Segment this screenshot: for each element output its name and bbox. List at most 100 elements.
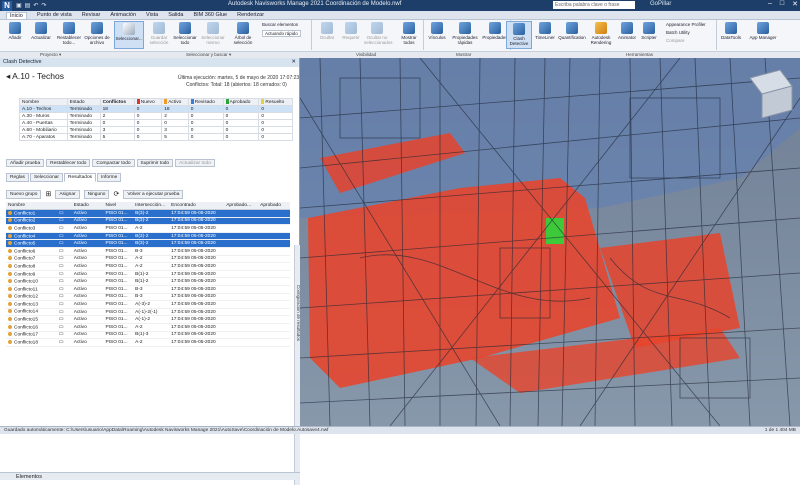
result-row[interactable]: Conflicto17 ▭ Activo PISO 01... B(1)-3 17:04:…	[6, 331, 290, 340]
quick-find-dropdown[interactable]: Actuando rápido	[262, 30, 301, 37]
require-button[interactable]: Requerir	[338, 21, 364, 49]
save-icon[interactable]: ▤	[25, 2, 31, 9]
datatools-button[interactable]: DataTools	[718, 21, 744, 49]
test-row[interactable]: A.70 - Aparatos Terminado 5 0 5 0 0 0	[19, 133, 293, 141]
select-all-button[interactable]: Seleccionar todo	[172, 21, 198, 49]
result-row[interactable]: Conflicto13 ▭ Activo PISO 01... A(-3)-2 17:04…	[6, 300, 290, 309]
result-row[interactable]: Conflicto10 ▭ Activo PISO 01... B(1)-2 17:04:…	[6, 277, 290, 287]
find-items-button[interactable]: Buscar elementos	[262, 22, 298, 27]
col-header[interactable]	[56, 202, 72, 211]
select-same-button[interactable]: Seleccionar mismo	[200, 21, 226, 49]
result-row[interactable]: Conflicto9 ▭ Activo PISO 01... B(1)-2 17:04:5…	[6, 270, 290, 279]
file-options-button[interactable]: Opciones de archivo	[84, 21, 110, 49]
test-row[interactable]: A.10 - Techos Terminado 18 0 18 0 0 0	[19, 105, 293, 113]
clash-detective-button[interactable]: Clash Detective	[506, 21, 532, 49]
maximize-icon[interactable]: □	[780, 0, 784, 8]
result-row[interactable]: Conflicto4 ▭ Activo PISO 01... B(3)-2 17:04:5…	[6, 232, 290, 241]
rerun-test-button[interactable]: Volver a ejecutar prueba	[123, 189, 184, 199]
result-row[interactable]: Conflicto7 ▭ Activo PISO 01... A-2 17:04:59 0…	[6, 255, 290, 264]
col-header[interactable]: Aprobado...	[224, 202, 259, 211]
scripter-button[interactable]: Scripter	[636, 21, 662, 49]
user-name[interactable]: GoPillar	[650, 1, 671, 7]
col-header[interactable]: Activo	[161, 98, 189, 106]
tab-renderizar[interactable]: Renderizar	[237, 12, 264, 18]
result-row[interactable]: Conflicto8 ▭ Activo PISO 01... A-2 17:04:59 0…	[6, 262, 290, 271]
col-header[interactable]: Encontrado	[169, 202, 225, 211]
open-icon[interactable]: ▣	[16, 2, 22, 9]
result-row[interactable]: Conflicto18 ▭ Activo PISO 01... A-2 17:04:59 …	[6, 338, 290, 347]
select-button[interactable]: Seleccionar...	[114, 21, 144, 49]
save-selection-button[interactable]: Guardar selección	[146, 21, 172, 49]
undo-icon[interactable]: ↶	[33, 2, 38, 9]
col-header[interactable]: Conflictos	[99, 98, 135, 106]
col-header[interactable]: Estado	[71, 202, 104, 211]
elements-section[interactable]: Elementos	[0, 472, 300, 480]
compact-all-button[interactable]: Compactar todo	[92, 159, 135, 167]
col-header[interactable]: Nombre	[6, 202, 57, 211]
refresh-button[interactable]: Actualizar	[28, 21, 54, 49]
hide-unselected-button[interactable]: Ocultar no seleccionados	[364, 21, 393, 49]
tab-bim360[interactable]: BIM 360 Glue	[193, 12, 227, 18]
unhide-all-button[interactable]: Mostrar todos	[396, 21, 422, 49]
close-icon[interactable]: ✕	[792, 0, 798, 8]
redo-icon[interactable]: ↷	[41, 2, 46, 9]
result-row[interactable]: Conflicto6 ▭ Activo PISO 01... B-3 17:04:59 0…	[6, 247, 290, 256]
timeliner-button[interactable]: TimeLiner	[532, 21, 558, 49]
tab-rules[interactable]: Reglas	[6, 173, 29, 182]
result-row[interactable]: Conflicto15 ▭ Activo PISO 01... A(-1)-2 17:04…	[6, 315, 290, 324]
result-row[interactable]: Conflicto12 ▭ Activo PISO 01... B-3 17:04:59 …	[6, 293, 290, 302]
col-header[interactable]: Nuevo	[133, 98, 163, 106]
compare-button[interactable]: Compare	[666, 38, 685, 43]
tab-vista[interactable]: Vista	[146, 12, 158, 18]
quantification-button[interactable]: Quantification	[558, 21, 586, 49]
update-all-button[interactable]: Actualizar todo	[175, 159, 215, 167]
tab-select[interactable]: Seleccionar	[29, 173, 64, 182]
appearance-profiler-button[interactable]: Appearance Profiler	[666, 22, 706, 27]
links-button[interactable]: Vínculos	[424, 21, 450, 49]
tab-revisar[interactable]: Revisar	[82, 12, 101, 18]
search-input[interactable]: Escriba palabra clave o frase	[553, 1, 635, 9]
result-row[interactable]: Conflicto2 ▭ Activo PISO 01... B(3)-2 17:04:5…	[6, 217, 290, 226]
hide-button[interactable]: Ocultar	[314, 21, 340, 49]
refresh-icon[interactable]: ⟳	[113, 190, 119, 198]
col-header[interactable]: Aprobado	[222, 98, 260, 106]
col-header[interactable]: Resuelto	[258, 98, 293, 106]
add-test-button[interactable]: Añadir prueba	[6, 159, 45, 167]
result-row[interactable]: Conflicto5 ▭ Activo PISO 01... B(3)-2 17:04:5…	[6, 239, 290, 249]
reset-all-button[interactable]: Restablecer todo...	[56, 21, 82, 49]
result-row[interactable]: Conflicto16 ▭ Activo PISO 01... A-2 17:04:59 …	[6, 323, 290, 332]
test-row[interactable]: A.60 - Mobiliario Terminado 3 0 3 0 0 0	[19, 126, 293, 134]
delete-all-button[interactable]: Suprimir todo	[136, 159, 174, 167]
result-row[interactable]: Conflicto14 ▭ Activo PISO 01... A(-1)-2(-1) 1…	[6, 308, 290, 317]
app-manager-button[interactable]: App Manager	[746, 21, 780, 49]
tab-salida[interactable]: Salida	[168, 12, 183, 18]
test-row[interactable]: A.30 - Muros Terminado 2 0 2 0 0 0	[19, 112, 293, 120]
result-row[interactable]: Conflicto11 ▭ Activo PISO 01... B-3 17:04:59 …	[6, 285, 290, 294]
col-header[interactable]: Intersección...	[133, 202, 170, 211]
col-header[interactable]: Aprobado	[258, 202, 290, 211]
new-group-button[interactable]: Nuevo grupo	[6, 189, 42, 199]
result-row[interactable]: Conflicto1 ▭ Activo PISO 01... B(3)-2 17:04:5…	[6, 209, 290, 218]
tab-punto-de-vista[interactable]: Punto de vista	[37, 12, 72, 18]
autodesk-rendering-button[interactable]: Autodesk Rendering	[588, 21, 614, 49]
close-panel-icon[interactable]: ✕	[291, 58, 296, 67]
col-header[interactable]: Estado	[66, 98, 101, 106]
tab-results[interactable]: Resultados	[64, 173, 97, 182]
result-row[interactable]: Conflicto3 ▭ Activo PISO 01... A-2 17:04:59 0…	[6, 224, 290, 233]
none-dropdown[interactable]: Ninguno	[83, 189, 110, 199]
group-icon[interactable]: ⊞	[45, 190, 51, 198]
add-button[interactable]: Añadir	[2, 21, 28, 49]
test-row[interactable]: A.40 - Puertas Terminado 0 0 0 0 0 0	[19, 119, 293, 127]
quick-properties-button[interactable]: Propiedades rápidas	[450, 21, 480, 49]
col-header[interactable]: Revisado	[187, 98, 224, 106]
selection-tree-button[interactable]: Árbol de selección	[228, 21, 258, 49]
reset-all-tests-button[interactable]: Restablecer todo	[46, 159, 91, 167]
tab-inicio[interactable]: Inicio	[6, 11, 27, 19]
tab-report[interactable]: Informe	[97, 173, 122, 182]
col-header[interactable]: Nombre	[19, 98, 68, 106]
app-logo[interactable]: N	[2, 0, 12, 11]
tab-animacion[interactable]: Animación	[110, 12, 136, 18]
3d-viewport[interactable]	[300, 58, 800, 426]
current-test-name[interactable]: ◂ A.10 - Techos	[6, 71, 64, 82]
assign-button[interactable]: Asignar	[55, 189, 80, 199]
